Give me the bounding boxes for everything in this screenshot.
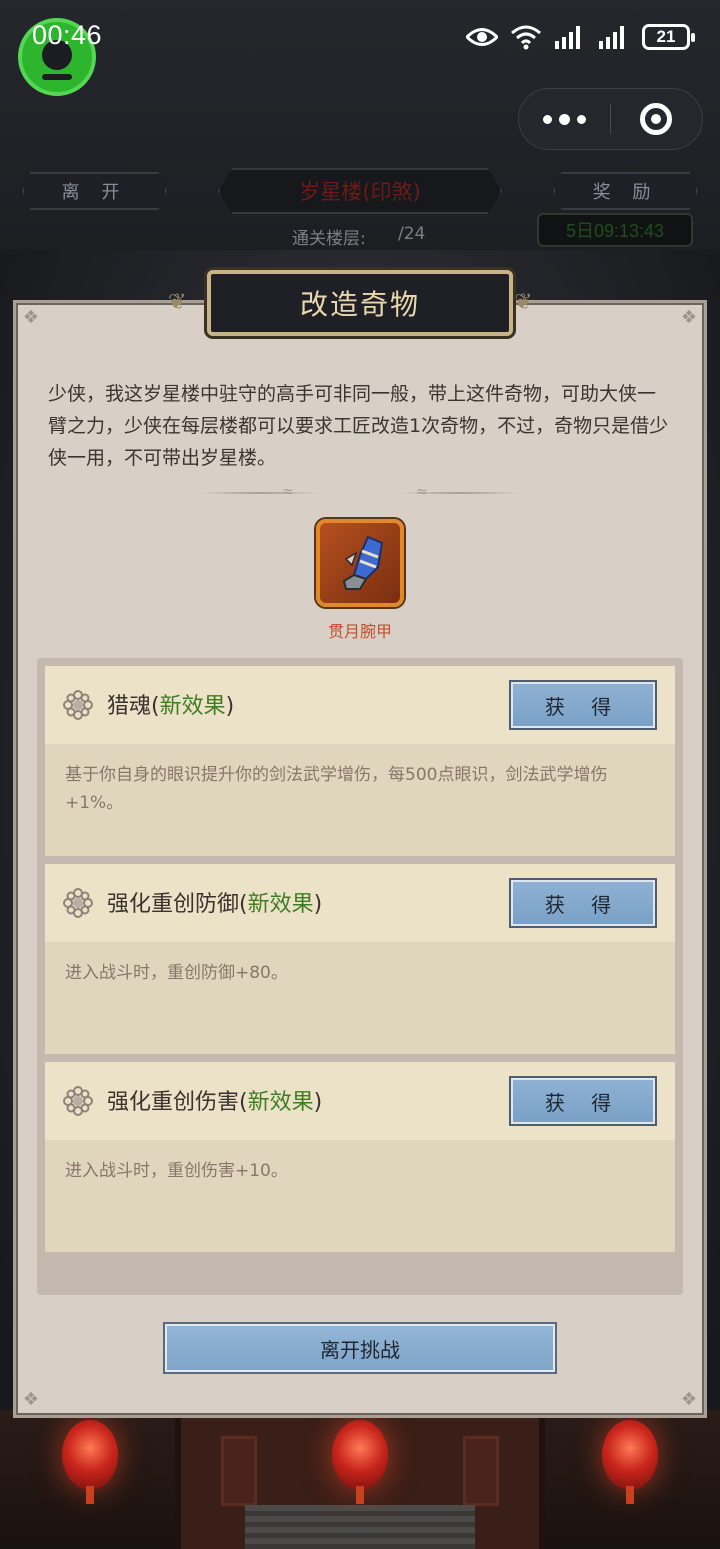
flower-icon xyxy=(63,888,93,918)
effect-card: 强化重创防御(新效果) 获 得 进入战斗时，重创防御+80。 xyxy=(45,864,675,1054)
get-button[interactable]: 获 得 xyxy=(509,680,657,730)
leave-button[interactable]: 离 开 xyxy=(22,172,167,210)
effect-tag: 新效果 xyxy=(247,1090,314,1115)
more-icon[interactable] xyxy=(519,89,610,149)
item-icon[interactable] xyxy=(316,519,404,607)
floor-label: 通关楼层: xyxy=(292,229,366,249)
effect-title: 强化重创伤害(新效果) xyxy=(107,1090,323,1115)
effect-name: 强化重创伤害 xyxy=(107,1090,240,1115)
countdown-timer: 5日09:13:43 xyxy=(537,213,693,247)
effect-tag: 新效果 xyxy=(159,694,226,719)
close-target-icon[interactable] xyxy=(611,89,702,149)
wifi-icon xyxy=(511,25,541,50)
stairs xyxy=(245,1505,475,1549)
status-bar: 00:46 21 xyxy=(0,0,720,96)
effect-tag: 新效果 xyxy=(247,892,314,917)
divider-ornament-icon: ≈ xyxy=(282,484,294,500)
clock: 00:46 xyxy=(32,20,103,50)
effect-description: 进入战斗时，重创防御+80。 xyxy=(65,963,288,983)
divider-ornament-icon: ≈ xyxy=(416,484,428,500)
item-name: 贯月腕甲 xyxy=(327,622,392,641)
red-lantern-icon xyxy=(62,1420,118,1504)
flower-icon xyxy=(63,690,93,720)
intro-text: 少侠，我这岁星楼中驻守的高手可非同一般，带上这件奇物，可助大侠一臂之力，少侠在每… xyxy=(48,383,669,469)
effect-card: 猎魂(新效果) 获 得 基于你自身的眼识提升你的剑法武学增伤，每500点眼识，剑… xyxy=(45,666,675,856)
signal-icon xyxy=(555,26,580,49)
corner-ornament-icon: ❖ xyxy=(22,307,40,328)
status-icons: 21 xyxy=(466,20,695,54)
effect-name: 猎魂 xyxy=(107,694,152,719)
miniprogram-capsule xyxy=(518,88,703,150)
effects-panel: 猎魂(新效果) 获 得 基于你自身的眼识提升你的剑法武学增伤，每500点眼识，剑… xyxy=(37,658,683,1295)
corner-ornament-icon: ❖ xyxy=(680,307,698,328)
red-lantern-icon xyxy=(332,1420,388,1504)
divider xyxy=(200,492,320,494)
get-button[interactable]: 获 得 xyxy=(509,1076,657,1126)
effect-title: 强化重创防御(新效果) xyxy=(107,892,323,917)
corner-ornament-icon: ❖ xyxy=(680,1389,698,1410)
eye-icon xyxy=(466,28,498,46)
battery-icon: 21 xyxy=(642,24,695,50)
effect-header: 强化重创伤害(新效果) 获 得 xyxy=(45,1062,675,1140)
floor-value: /24 xyxy=(398,224,426,244)
door-panel xyxy=(221,1436,257,1506)
tower-title: 岁星楼(印煞) xyxy=(218,168,502,214)
door-panel xyxy=(463,1436,499,1506)
effect-header: 猎魂(新效果) 获 得 xyxy=(45,666,675,744)
effect-title: 猎魂(新效果) xyxy=(107,694,235,719)
red-lantern-icon xyxy=(602,1420,658,1504)
wing-ornament-icon: ❦ xyxy=(514,290,533,315)
effect-card: 强化重创伤害(新效果) 获 得 进入战斗时，重创伤害+10。 xyxy=(45,1062,675,1252)
gauntlet-icon xyxy=(342,535,384,590)
flower-icon xyxy=(63,1086,93,1116)
reward-button[interactable]: 奖 励 xyxy=(553,172,698,210)
effect-name: 强化重创防御 xyxy=(107,892,240,917)
dialog-title: 改造奇物 xyxy=(207,270,513,336)
signal-icon xyxy=(599,26,624,49)
corner-ornament-icon: ❖ xyxy=(22,1389,40,1410)
effect-header: 强化重创防御(新效果) 获 得 xyxy=(45,864,675,942)
exit-challenge-button[interactable]: 离开挑战 xyxy=(163,1322,557,1374)
effect-description: 进入战斗时，重创伤害+10。 xyxy=(65,1161,288,1181)
get-button[interactable]: 获 得 xyxy=(509,878,657,928)
effect-description: 基于你自身的眼识提升你的剑法武学增伤，每500点眼识，剑法武学增伤+1%。 xyxy=(65,765,608,813)
